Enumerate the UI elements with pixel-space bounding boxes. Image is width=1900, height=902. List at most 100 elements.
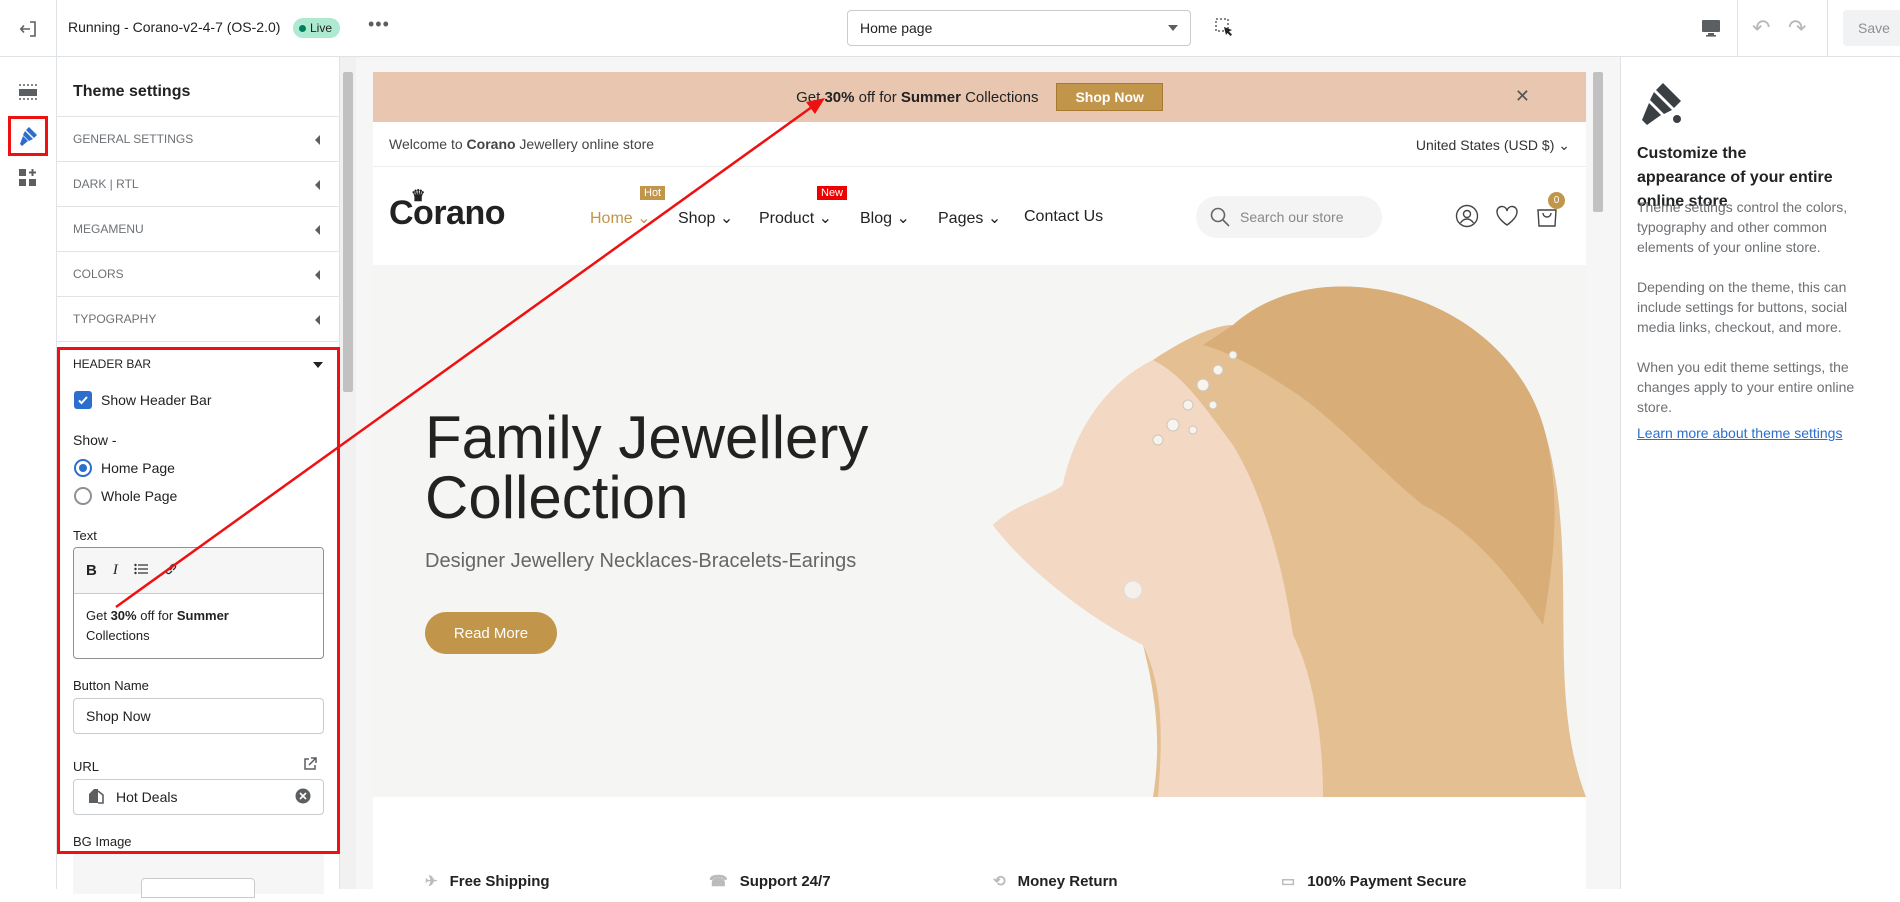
- nav-product[interactable]: Product ⌄ New: [759, 186, 848, 228]
- nav-label: Contact Us: [1024, 208, 1104, 225]
- preview-scrollbar-thumb[interactable]: [1593, 72, 1603, 212]
- bg-image-picker: [73, 854, 324, 898]
- search-icon: [1210, 207, 1230, 227]
- top-bar: Running - Corano-v2-4-7 (OS-2.0) Live ••…: [0, 0, 1900, 57]
- nav-label: Home: [590, 210, 633, 227]
- close-icon[interactable]: ✕: [1515, 86, 1530, 107]
- apps-icon[interactable]: [13, 163, 43, 193]
- select-image-button[interactable]: [141, 878, 255, 898]
- exit-icon[interactable]: [0, 0, 57, 57]
- paint-brush-icon: [1637, 79, 1685, 132]
- page-select[interactable]: Home page: [847, 10, 1191, 46]
- sections-icon[interactable]: [13, 77, 43, 107]
- section-label: MEGAMENU: [73, 222, 144, 236]
- nav-shop[interactable]: Shop ⌄: [678, 208, 733, 228]
- crown-icon: ♛: [411, 188, 425, 205]
- nav-label: Shop: [678, 210, 716, 227]
- logo-text: Corano: [389, 194, 506, 232]
- hero-title: Family Jewellery Collection: [425, 408, 868, 528]
- info-paragraph: When you edit theme settings, the change…: [1637, 359, 1855, 415]
- info-panel: Customize the appearance of your entire …: [1620, 57, 1900, 889]
- feature-label: Money Return: [1017, 873, 1118, 890]
- store-logo[interactable]: ♛ Corano: [389, 188, 506, 233]
- welcome-brand: Corano: [466, 136, 516, 152]
- section-dark-rtl[interactable]: DARK | RTL: [57, 161, 339, 206]
- hero-title-line: Family Jewellery: [425, 404, 869, 471]
- announcement-bar: Get 30% off for Summer Collections Shop …: [373, 72, 1586, 122]
- nav-label: Blog: [860, 210, 893, 227]
- section-general-settings[interactable]: GENERAL SETTINGS: [57, 116, 339, 161]
- theme-settings-brush-icon[interactable]: [8, 116, 48, 156]
- theme-name: Running - Corano-v2-4-7 (OS-2.0): [68, 19, 281, 35]
- redo-icon[interactable]: ↷: [1788, 15, 1806, 41]
- welcome-text-part: Welcome to: [389, 136, 467, 152]
- cart-count-badge: 0: [1548, 192, 1565, 209]
- live-dot-icon: [299, 24, 306, 32]
- nav-blog[interactable]: Blog ⌄: [860, 208, 910, 228]
- hero-title-line: Collection: [425, 464, 689, 531]
- section-typography[interactable]: TYPOGRAPHY: [57, 296, 339, 341]
- announcement-text-bold: 30%: [824, 88, 855, 106]
- hero-banner: Family Jewellery Collection Designer Jewe…: [373, 265, 1586, 797]
- section-label: TYPOGRAPHY: [73, 312, 157, 326]
- section-label: DARK | RTL: [73, 177, 139, 191]
- section-megamenu[interactable]: MEGAMENU: [57, 206, 339, 251]
- section-label: GENERAL SETTINGS: [73, 132, 194, 146]
- hero-woman-image: [993, 286, 1586, 797]
- header-bar-annotation-box: [57, 347, 340, 854]
- live-status-badge: Live: [293, 18, 341, 38]
- shop-now-button[interactable]: Shop Now: [1056, 83, 1163, 111]
- feature-label: Support 24/7: [739, 873, 831, 890]
- store-frame: Get 30% off for Summer Collections Shop …: [373, 72, 1586, 890]
- feature-payment-secure: ▭ 100% Payment Secure: [1281, 872, 1466, 890]
- nav-contact-us[interactable]: Contact Us: [1024, 208, 1103, 226]
- nav-home[interactable]: Home ⌄ Hot: [590, 186, 666, 228]
- currency-label: United States (USD $): [1415, 137, 1555, 153]
- hot-badge: Hot: [640, 186, 666, 200]
- plane-icon: ✈: [425, 873, 438, 890]
- wishlist-heart-icon[interactable]: [1495, 205, 1519, 232]
- announcement-text-part: off for: [854, 88, 901, 106]
- section-label: COLORS: [73, 267, 124, 281]
- new-badge: New: [817, 186, 848, 200]
- read-more-button[interactable]: Read More: [425, 612, 557, 654]
- account-icon[interactable]: [1455, 204, 1479, 233]
- info-paragraph: Theme settings control the colors, typog…: [1637, 199, 1848, 255]
- nav-pages[interactable]: Pages ⌄: [938, 208, 1001, 228]
- inspector-icon[interactable]: [1214, 17, 1236, 44]
- announcement-text-bold: Summer: [900, 88, 961, 106]
- learn-more-link[interactable]: Learn more about theme settings: [1637, 425, 1842, 441]
- announcement-text-part: Collections: [960, 88, 1039, 106]
- cart-icon[interactable]: 0: [1535, 192, 1565, 233]
- section-colors[interactable]: COLORS: [57, 251, 339, 296]
- left-rail: [0, 57, 57, 889]
- welcome-text: Welcome to Corano Jewellery online store: [389, 136, 654, 152]
- welcome-bar: Welcome to Corano Jewellery online store…: [373, 122, 1586, 167]
- money-return-icon: ⟲: [993, 873, 1006, 890]
- undo-icon[interactable]: ↶: [1752, 15, 1770, 41]
- announcement-text: Get 30% off for Summer Collections: [796, 89, 1038, 106]
- feature-money-return: ⟲ Money Return: [993, 872, 1118, 890]
- currency-selector[interactable]: United States (USD $) ⌄: [1416, 137, 1570, 154]
- announcement-text-part: Get: [796, 88, 825, 106]
- feature-label: Free Shipping: [449, 873, 550, 890]
- store-search[interactable]: Search our store: [1196, 196, 1382, 238]
- toolbar-divider: [1737, 0, 1738, 57]
- desktop-view-icon[interactable]: [1700, 17, 1722, 44]
- feature-support: ☎ Support 24/7: [709, 872, 831, 890]
- save-button[interactable]: Save: [1843, 10, 1900, 46]
- info-paragraph: Depending on the theme, this can include…: [1637, 279, 1848, 335]
- caret-left-icon: [315, 225, 320, 235]
- search-placeholder: Search our store: [1240, 209, 1344, 225]
- nav-label: Pages: [938, 210, 984, 227]
- support-icon: ☎: [709, 873, 728, 890]
- sidebar-scrollbar-thumb[interactable]: [343, 72, 353, 392]
- page-select-value: Home page: [860, 20, 933, 36]
- sidebar-title: Theme settings: [73, 83, 191, 100]
- card-icon: ▭: [1281, 873, 1296, 890]
- features-strip: ✈ Free Shipping ☎ Support 24/7 ⟲ Money Retu…: [373, 862, 1586, 902]
- feature-label: 100% Payment Secure: [1307, 873, 1467, 890]
- more-actions-button[interactable]: •••: [368, 14, 390, 35]
- welcome-text-part: Jewellery online store: [515, 136, 655, 152]
- caret-left-icon: [315, 270, 320, 280]
